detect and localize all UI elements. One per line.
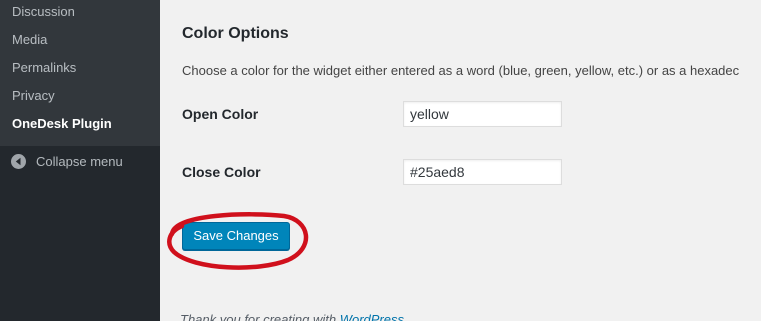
save-changes-button[interactable]: Save Changes [182, 222, 290, 250]
close-color-input[interactable] [403, 159, 562, 185]
sidebar-item-privacy[interactable]: Privacy [12, 87, 55, 105]
close-color-label: Close Color [182, 164, 261, 180]
sidebar-item-onedesk-plugin[interactable]: OneDesk Plugin [12, 115, 112, 133]
footer-text: Thank you for creating with [180, 312, 340, 321]
admin-sidebar: Discussion Media Permalinks Privacy OneD… [0, 0, 160, 321]
section-title: Color Options [182, 25, 289, 42]
sidebar-item-permalinks[interactable]: Permalinks [12, 59, 76, 77]
footer-credit: Thank you for creating with WordPress. [180, 311, 408, 321]
collapse-menu-button[interactable]: Collapse menu [0, 150, 160, 174]
sidebar-item-discussion[interactable]: Discussion [12, 3, 75, 21]
open-color-label: Open Color [182, 106, 259, 122]
section-description: Choose a color for the widget either ent… [182, 63, 740, 78]
settings-content: Color Options Choose a color for the wid… [160, 0, 761, 321]
collapse-menu-label: Collapse menu [36, 154, 123, 169]
sidebar-item-media[interactable]: Media [12, 31, 47, 49]
wordpress-link[interactable]: WordPress [340, 312, 404, 321]
collapse-arrow-icon [11, 154, 26, 169]
open-color-input[interactable] [403, 101, 562, 127]
settings-submenu: Discussion Media Permalinks Privacy OneD… [0, 0, 160, 146]
footer-suffix: . [404, 312, 408, 321]
